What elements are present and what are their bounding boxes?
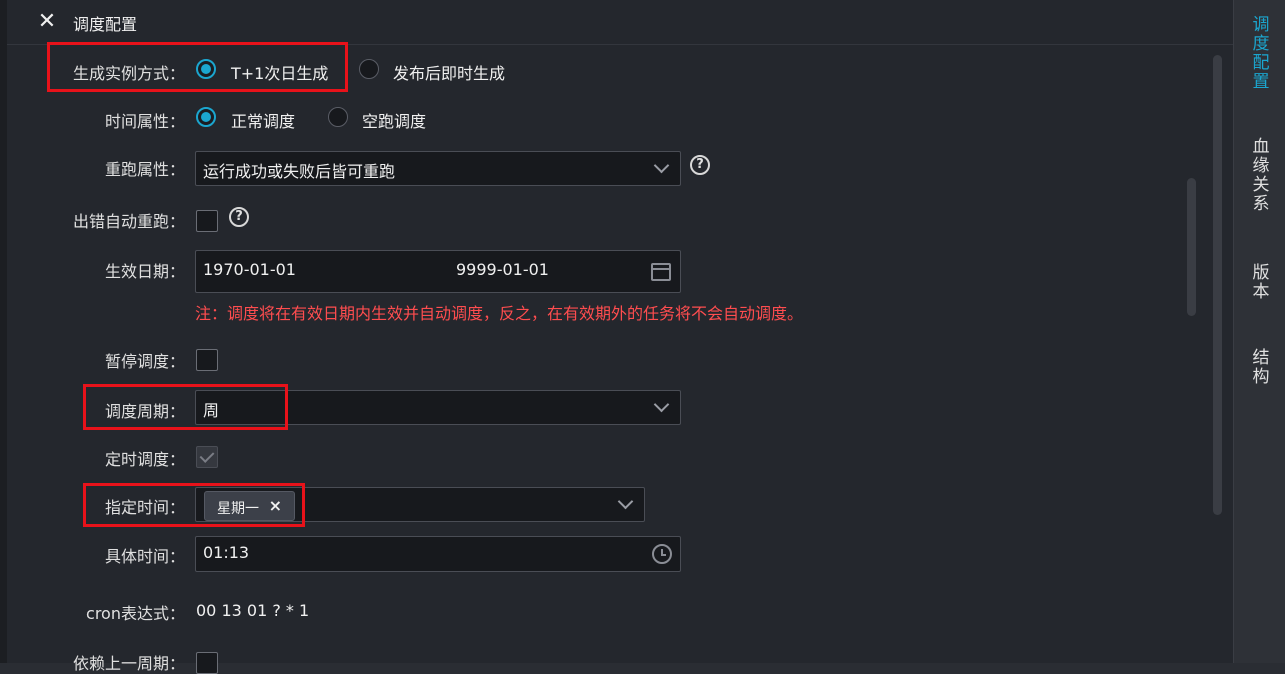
instance-mode-radio-immediate[interactable]: [359, 59, 379, 79]
chevron-down-icon: [653, 157, 670, 174]
tab-lineage[interactable]: 血缘关系: [1251, 138, 1271, 214]
pause-label: 暂停调度：: [104, 352, 185, 371]
time-attr-option-dry[interactable]: 空跑调度: [362, 108, 426, 132]
pause-checkbox[interactable]: [196, 349, 218, 371]
help-icon[interactable]: ?: [690, 155, 710, 175]
close-icon[interactable]: ✕: [37, 10, 57, 34]
effective-date-label: 生效日期：: [104, 262, 185, 281]
timed-label: 定时调度：: [104, 450, 185, 469]
tab-version[interactable]: 版本: [1251, 264, 1271, 302]
scrollbar-inner[interactable]: [1187, 178, 1196, 316]
auto-rerun-checkbox[interactable]: [196, 210, 218, 232]
cron-value: 00 13 01 ? * 1: [196, 601, 310, 620]
highlight-cycle: [83, 384, 288, 430]
left-edge-strip: [0, 0, 7, 663]
tab-schedule-config[interactable]: 调度配置: [1251, 16, 1271, 92]
depend-prev-checkbox[interactable]: [196, 652, 218, 674]
right-tab-bar: 调度配置 血缘关系 版本 结构: [1233, 0, 1285, 663]
scrollbar[interactable]: [1213, 55, 1222, 515]
exact-time-label: 具体时间：: [104, 547, 185, 566]
rerun-attr-value: 运行成功或失败后皆可重跑: [203, 162, 396, 181]
panel-header: ✕ 调度配置: [7, 0, 1233, 45]
rerun-attr-select[interactable]: 运行成功或失败后皆可重跑: [195, 151, 681, 186]
depend-prev-label: 依赖上一周期：: [72, 654, 185, 673]
effective-date-range[interactable]: 1970-01-01 9999-01-01: [195, 250, 681, 293]
panel-title: 调度配置: [73, 15, 138, 34]
effective-date-start[interactable]: 1970-01-01: [203, 260, 296, 279]
highlight-instance-mode: [47, 42, 348, 92]
form-content: 生成实例方式： T+1次日生成 发布后即时生成 时间属性： 正常调度 空跑调度 …: [7, 42, 1233, 674]
highlight-specified-time: [83, 483, 305, 527]
rerun-attr-label: 重跑属性：: [104, 160, 185, 179]
chevron-down-icon: [617, 493, 634, 510]
exact-time-input[interactable]: 01:13: [195, 536, 681, 572]
instance-mode-option-immediate[interactable]: 发布后即时生成: [393, 60, 505, 84]
timed-checkbox[interactable]: [196, 446, 218, 468]
time-attr-option-normal[interactable]: 正常调度: [231, 108, 295, 132]
time-attr-radio-dry[interactable]: [328, 107, 348, 127]
cron-label: cron表达式：: [86, 604, 185, 623]
help-icon[interactable]: ?: [229, 207, 249, 227]
time-attr-radio-normal[interactable]: [196, 107, 216, 127]
time-attr-label: 时间属性：: [104, 112, 185, 131]
exact-time-value: 01:13: [203, 543, 250, 562]
tab-structure[interactable]: 结构: [1251, 349, 1271, 387]
chevron-down-icon: [653, 396, 670, 413]
calendar-icon[interactable]: [651, 263, 671, 281]
effective-date-note: 注：调度将在有效日期内生效并自动调度，反之，在有效期外的任务将不会自动调度。: [195, 304, 804, 323]
clock-icon[interactable]: [652, 544, 672, 564]
auto-rerun-label: 出错自动重跑：: [72, 212, 185, 231]
effective-date-end[interactable]: 9999-01-01: [456, 260, 549, 279]
